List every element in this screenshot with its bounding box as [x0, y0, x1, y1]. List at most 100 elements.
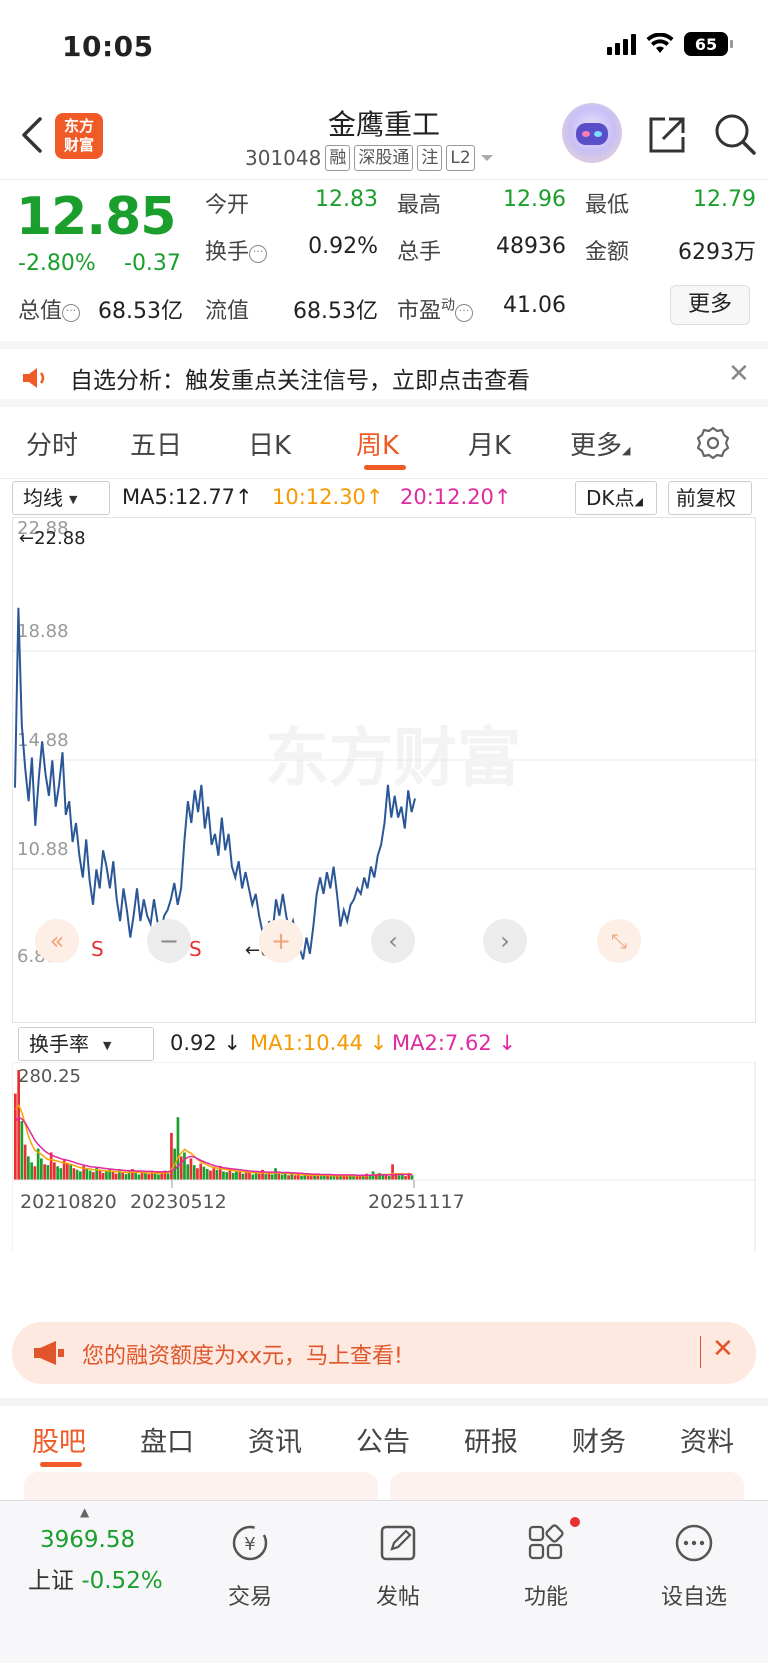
info-icon[interactable]: ··· [249, 245, 268, 263]
turnover-bar [238, 1172, 242, 1180]
ai-assistant-icon[interactable] [562, 103, 622, 163]
turnover-bar [75, 1169, 79, 1180]
tab-daily-k[interactable]: 日K [248, 425, 291, 462]
pe-value: 41.06 [503, 293, 566, 318]
turnover-bar [391, 1164, 394, 1180]
close-icon[interactable]: ✕ [728, 359, 750, 389]
status-time: 10:05 [62, 30, 154, 63]
turnover-bar [186, 1164, 190, 1180]
close-icon[interactable]: ✕ [712, 1334, 734, 1364]
turnover-bar [137, 1174, 141, 1180]
search-icon[interactable] [712, 111, 758, 157]
turnover-chart[interactable]: 280.25 20210820 20230512 20251117 [11, 1061, 756, 1262]
turnover-bar [114, 1173, 118, 1180]
dk-point-dropdown[interactable]: DK点◢ [575, 481, 657, 515]
rewind-icon[interactable]: « [35, 919, 79, 963]
tab-pankou[interactable]: 盘口 [140, 1420, 194, 1459]
turnover-bar [358, 1176, 362, 1180]
turnover-bar [231, 1172, 235, 1180]
x-tick-label: 20230512 [130, 1191, 227, 1213]
margin-ad-banner[interactable]: 您的融资额度为xx元，马上查看! ✕ [12, 1322, 756, 1384]
nav-post-label: 发帖 [375, 1585, 420, 1610]
turnover-bar [329, 1176, 333, 1180]
turnover-bar [23, 1144, 27, 1180]
turnover-bar [92, 1172, 95, 1180]
tag-margin: 融 [325, 145, 351, 171]
tab-profile[interactable]: 资料 [680, 1420, 734, 1459]
turnover-bar [381, 1175, 385, 1180]
gear-icon[interactable] [695, 425, 731, 461]
turnover-bar [277, 1173, 281, 1180]
turnover-bar [290, 1173, 294, 1180]
tab-announcements[interactable]: 公告 [356, 1420, 410, 1459]
kline-chart[interactable]: 东方财富 22.8818.8814.8810.886.88 ←22.88←6.8… [12, 517, 757, 1023]
nav-trade[interactable]: ¥ 交易 [190, 1521, 310, 1611]
sh-index-value[interactable]: 3969.58 [40, 1527, 135, 1553]
analysis-notice[interactable]: 自选分析：触发重点关注信号，立即点击查看 ✕ [0, 341, 768, 407]
share-icon[interactable] [645, 113, 689, 157]
tab-news[interactable]: 资讯 [248, 1420, 302, 1459]
scroll-left-icon[interactable]: ‹ [371, 919, 415, 963]
turnover-bar [98, 1170, 102, 1180]
dropdown-caret-icon[interactable] [479, 152, 495, 164]
fullscreen-icon[interactable]: ⤡ [597, 919, 641, 963]
nav-add-watch[interactable]: 设自选 [634, 1521, 754, 1611]
turnover-bar [274, 1168, 277, 1180]
nav-function[interactable]: 功能 [486, 1517, 606, 1611]
high-label: 最高 [397, 193, 442, 218]
nav-function-label: 功能 [523, 1585, 568, 1610]
indicator-dropdown[interactable]: 均线 ▼ [12, 481, 110, 515]
turnover-bar [199, 1163, 203, 1180]
total-mv-label: 总值 ··· [18, 293, 81, 325]
info-icon[interactable]: ··· [62, 304, 81, 322]
turnover-bar [144, 1172, 147, 1180]
info-icon[interactable]: ··· [455, 304, 474, 322]
tab-five-day[interactable]: 五日 [130, 425, 182, 462]
turnover-bar [72, 1168, 76, 1180]
sub-indicator-dropdown[interactable]: 换手率 ▼ [18, 1027, 154, 1061]
turnover-bar [349, 1176, 352, 1180]
sh-index-row[interactable]: 上证 -0.52% [28, 1561, 163, 1595]
turnover-bar [183, 1152, 186, 1180]
stock-code: 301048 [245, 146, 322, 170]
turnover-bar [196, 1168, 199, 1180]
sh-index-change: -0.52% [81, 1568, 163, 1594]
speaker-icon [23, 368, 45, 388]
turnover-bar [66, 1163, 69, 1180]
trade-icon: ¥ [232, 1525, 268, 1561]
tab-intraday[interactable]: 分时 [26, 425, 78, 462]
turnover-bar [264, 1174, 268, 1180]
scroll-right-icon[interactable]: › [483, 919, 527, 963]
turnover-bar [202, 1166, 206, 1180]
post-card[interactable] [24, 1472, 378, 1502]
turnover-indicator-row: 换手率 ▼ 0.92 ↓ MA1:10.44 ↓ MA2:7.62 ↓ [0, 1025, 768, 1061]
more-quote-button[interactable]: 更多 [670, 285, 750, 325]
float-mv-value: 68.53亿 [293, 299, 378, 324]
nav-post[interactable]: 发帖 [338, 1521, 458, 1611]
turnover-bar [257, 1173, 261, 1180]
tab-more[interactable]: 更多◢ [570, 425, 630, 462]
turnover-bar [153, 1173, 157, 1180]
tab-monthly-k[interactable]: 月K [468, 425, 511, 462]
turnover-bar [69, 1165, 72, 1180]
float-mv-label: 流值 [205, 299, 250, 324]
turnover-bar [235, 1170, 238, 1180]
period-tabs: 分时 五日 日K 周K 月K 更多◢ [0, 407, 768, 479]
ad-text: 您的融资额度为xx元，马上查看! [82, 1344, 403, 1369]
adjust-button[interactable]: 前复权 [668, 481, 752, 515]
tab-finance[interactable]: 财务 [572, 1420, 626, 1459]
stock-header: 东方 财富 金鹰重工 301048 融 深股通 注 L2 [0, 95, 768, 180]
tab-research[interactable]: 研报 [464, 1420, 518, 1459]
turnover-bar [105, 1171, 108, 1180]
stock-code-row[interactable]: 301048 融 深股通 注 L2 [245, 145, 495, 171]
tab-weekly-k[interactable]: 周K [356, 425, 399, 462]
turnover-bar [147, 1174, 150, 1180]
nav-trade-label: 交易 [227, 1585, 272, 1610]
volume-label: 总手 [397, 240, 442, 265]
x-tick-label: 20251117 [368, 1191, 465, 1213]
turnover-bar [287, 1175, 290, 1180]
zoom-out-icon[interactable]: − [147, 919, 191, 963]
post-card[interactable] [390, 1472, 744, 1502]
tab-guba[interactable]: 股吧 [32, 1420, 86, 1459]
zoom-in-icon[interactable]: + [259, 919, 303, 963]
